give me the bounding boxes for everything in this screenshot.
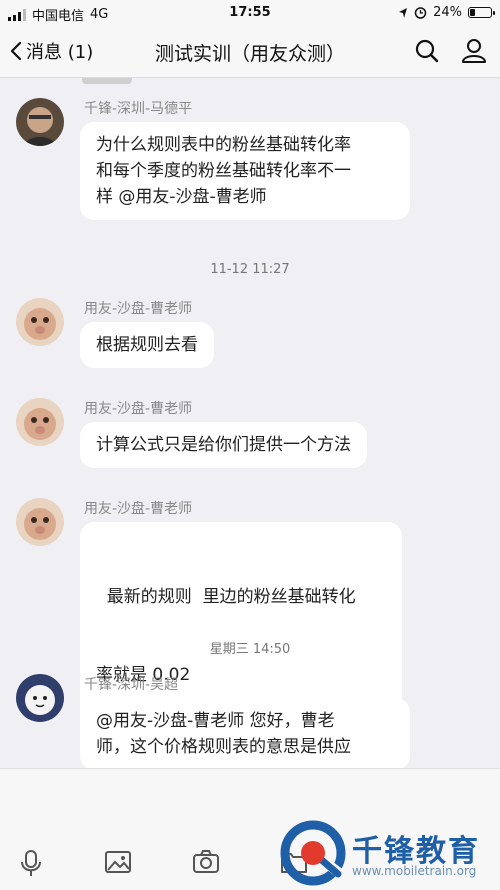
message-item: 用友-沙盘-曹老师 最新的规则 里边的粉丝基础转化 率就是 0.02 [16, 498, 456, 750]
message-item: 用友-沙盘-曹老师 根据规则去看 [16, 298, 456, 378]
message-list[interactable]: 千锋-深圳-马德平 为什么规则表中的粉丝基础转化率 和每个季度的粉丝基础转化率不… [0, 78, 500, 768]
sender-name: 千锋-深圳-马德平 [84, 101, 193, 117]
sender-name: 用友-沙盘-曹老师 [84, 501, 193, 517]
watermark: 千锋教育 www.mobiletrain.org [280, 818, 500, 890]
avatar[interactable] [16, 398, 64, 446]
sender-name: 用友-沙盘-曹老师 [84, 401, 193, 417]
timestamp: 星期三 14:50 [209, 642, 291, 657]
message-item: 千锋-深圳-吴超 @用友-沙盘-曹老师 您好，曹老 师，这个价格规则表的意思是供… [16, 674, 456, 768]
toolbar-icons [18, 849, 308, 877]
location-icon [399, 7, 408, 18]
message-line: 最新的规则 里边的粉丝基础转化 [96, 587, 356, 607]
brand-url: www.mobiletrain.org [352, 864, 477, 878]
avatar[interactable] [16, 98, 64, 146]
message-item: 千锋-深圳-马德平 为什么规则表中的粉丝基础转化率 和每个季度的粉丝基础转化率不… [16, 98, 456, 228]
timestamp: 11-12 11:27 [210, 262, 290, 277]
microphone-icon[interactable] [18, 849, 44, 877]
message-line: 和每个季度的粉丝基础转化率不一 [96, 161, 351, 181]
message-line: 为什么规则表中的粉丝基础转化率 [96, 135, 351, 155]
sender-name: 用友-沙盘-曹老师 [84, 301, 193, 317]
image-icon[interactable] [104, 849, 132, 875]
status-right: 24% [398, 5, 495, 20]
brand-logo-icon [280, 820, 346, 886]
message-line: @用友-沙盘-曹老师 您好，曹老 [96, 711, 335, 731]
message-line: 样 @用友-沙盘-曹老师 [96, 187, 267, 207]
message-bubble[interactable]: @用友-沙盘-曹老师 您好，曹老 师，这个价格规则表的意思是供应 [80, 698, 410, 768]
message-bubble[interactable]: 根据规则去看 [80, 322, 214, 368]
group-member-icon[interactable] [460, 38, 488, 64]
message-item: 用友-沙盘-曹老师 计算公式只是给你们提供一个方法 [16, 398, 456, 478]
avatar[interactable] [16, 498, 64, 546]
avatar[interactable] [16, 298, 64, 346]
status-bar: 中国电信 4G 17:55 24% [0, 0, 500, 26]
alarm-icon [414, 7, 427, 19]
camera-icon[interactable] [192, 849, 220, 875]
battery-icon [468, 7, 495, 18]
sender-name: 千锋-深圳-吴超 [84, 677, 179, 693]
nav-bar: 消息 (1) 测试实训（用友众测） [0, 26, 500, 78]
message-bubble[interactable]: 计算公式只是给你们提供一个方法 [80, 422, 367, 468]
avatar[interactable] [16, 674, 64, 722]
message-line: 根据规则去看 [96, 335, 198, 355]
nav-actions [414, 38, 488, 64]
search-icon[interactable] [414, 38, 440, 64]
message-bubble[interactable]: 为什么规则表中的粉丝基础转化率 和每个季度的粉丝基础转化率不一 样 @用友-沙盘… [80, 122, 410, 220]
message-line: 计算公式只是给你们提供一个方法 [96, 435, 351, 455]
previous-message-edge [82, 78, 132, 84]
message-line: 师，这个价格规则表的意思是供应 [96, 737, 351, 757]
battery-percent: 24% [433, 5, 462, 20]
